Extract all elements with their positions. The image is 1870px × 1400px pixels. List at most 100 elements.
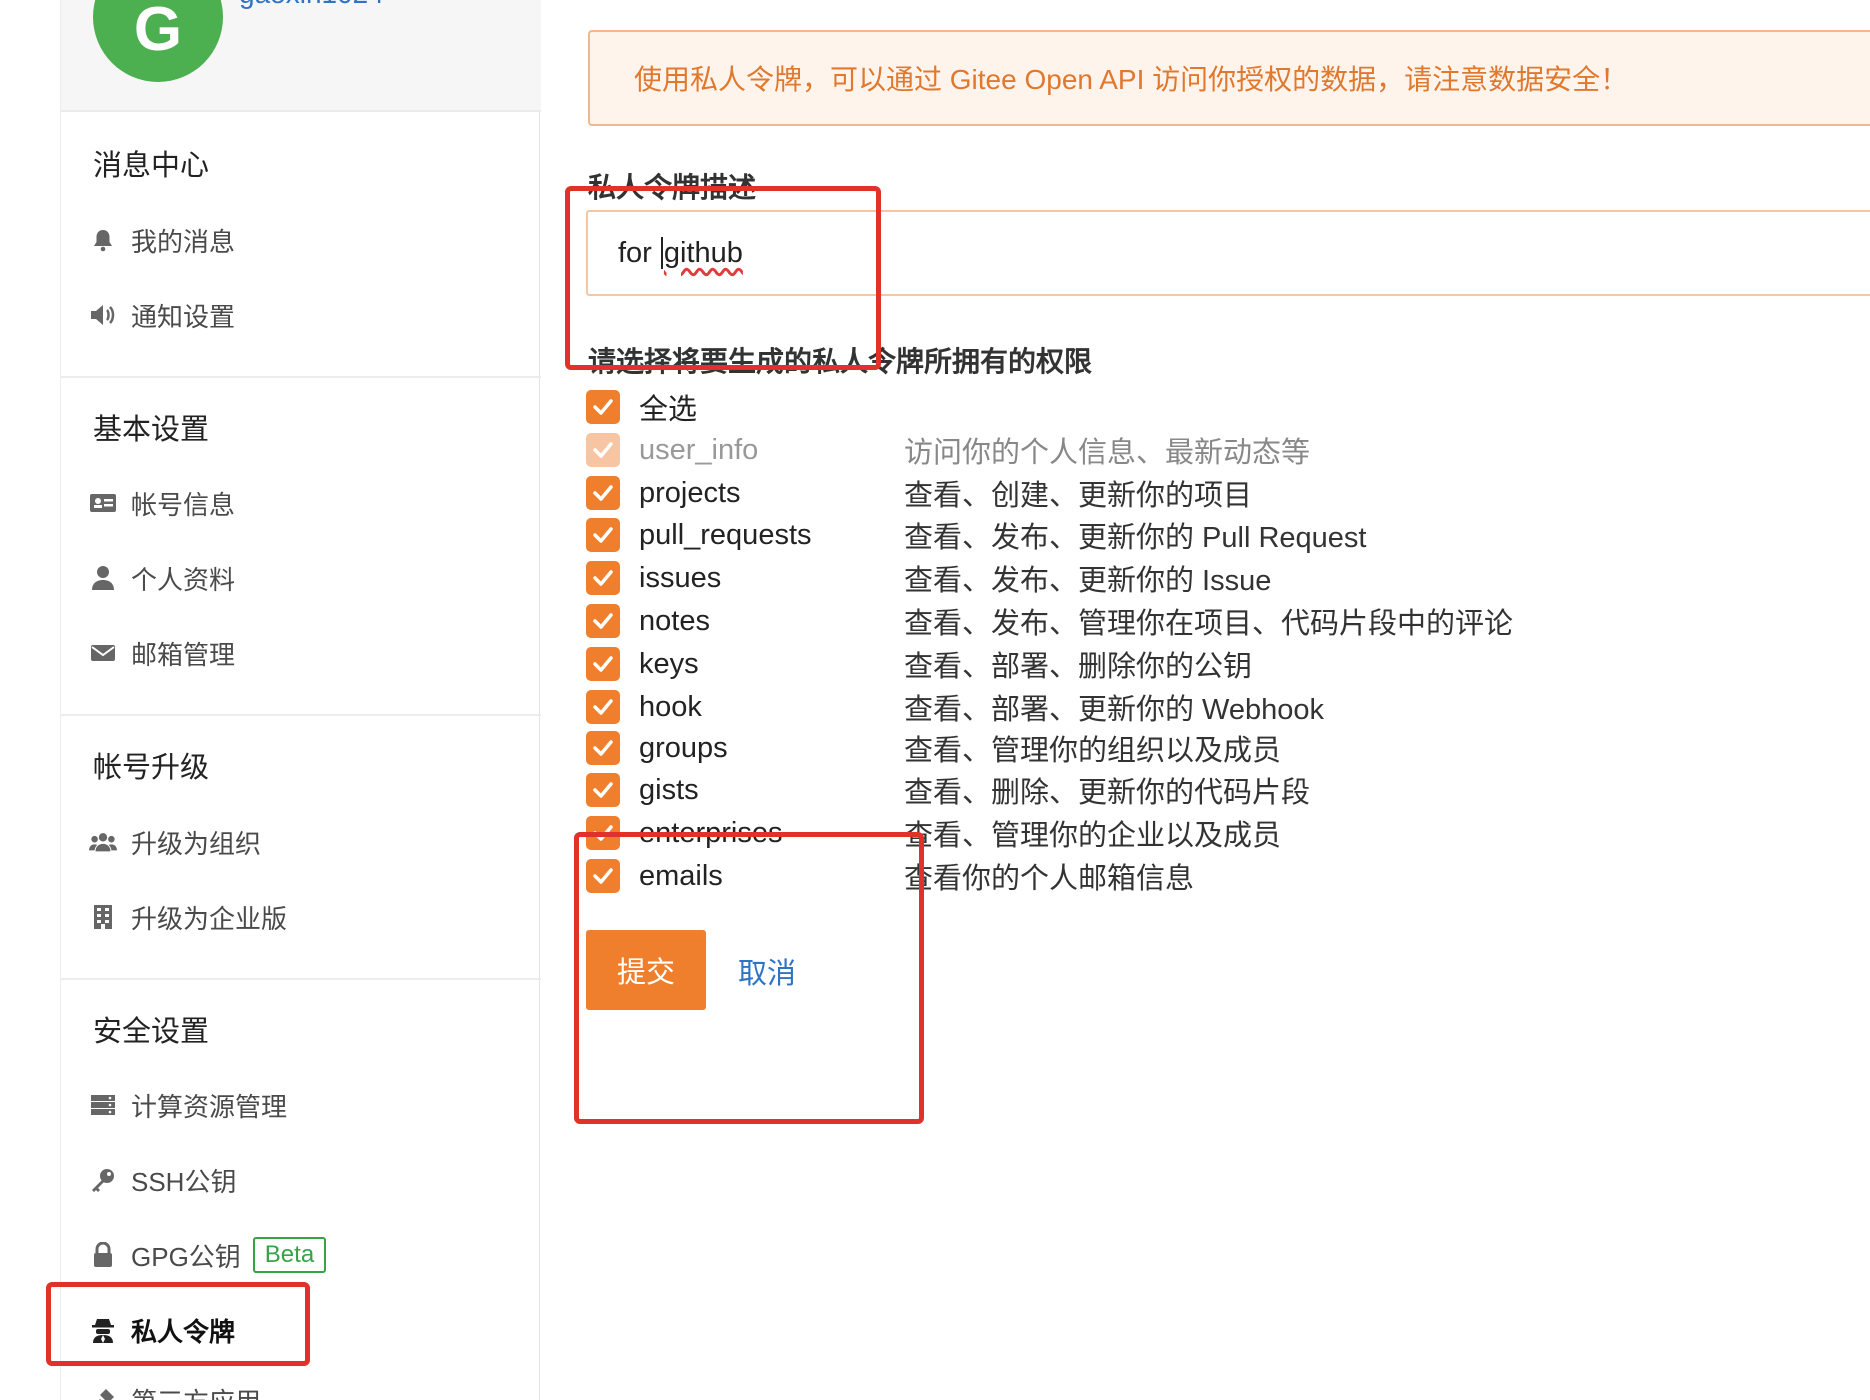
security-notice: 使用私人令牌，可以通过 Gitee Open API 访问你授权的数据，请注意数… — [588, 30, 1870, 126]
key-icon — [89, 1166, 117, 1194]
permission-name: hook — [639, 690, 702, 723]
sidebar-item-notification-settings[interactable]: 通知设置 — [89, 295, 235, 335]
permission-desc: 查看、删除、更新你的代码片段 — [904, 777, 1311, 809]
sidebar-item-label: 计算资源管理 — [131, 1091, 288, 1122]
sidebar-item-my-messages[interactable]: 我的消息 — [89, 220, 235, 260]
permission-checkbox[interactable] — [586, 604, 620, 638]
group-icon — [89, 828, 117, 856]
sidebar-item-upgrade-enterprise[interactable]: 升级为企业版 — [89, 897, 287, 937]
select-all-checkbox[interactable] — [586, 390, 620, 424]
permission-checkbox[interactable] — [586, 773, 620, 807]
profile-header: G gaoxin1024 — [61, 0, 541, 112]
beta-badge: Beta — [252, 1237, 327, 1273]
permission-desc: 查看、部署、更新你的 Webhook — [904, 694, 1325, 726]
sidebar-item-label: 通知设置 — [131, 301, 236, 332]
avatar[interactable]: G — [93, 0, 223, 82]
checkmark-icon — [593, 740, 613, 756]
section-title-message-center: 消息中心 — [93, 150, 210, 182]
section-title-basic-settings: 基本设置 — [93, 414, 210, 446]
permission-checkbox[interactable] — [586, 561, 620, 595]
permission-row: gists 查看、删除、更新你的代码片段 — [586, 770, 1310, 810]
divider — [61, 376, 541, 378]
username[interactable]: gaoxin1024 — [239, 0, 384, 10]
sidebar-item-label: 个人资料 — [131, 564, 236, 595]
checkmark-icon — [593, 399, 613, 415]
checkmark-icon — [593, 442, 613, 458]
permission-name: user_info — [639, 433, 759, 466]
permission-row: issues 查看、发布、更新你的 Issue — [586, 558, 1271, 598]
permission-name: notes — [639, 604, 710, 637]
annotation-box-submit — [574, 832, 924, 1124]
permission-row: user_info 访问你的个人信息、最新动态等 — [586, 430, 1310, 470]
permission-row: groups 查看、管理你的组织以及成员 — [586, 728, 1281, 768]
permission-row: keys 查看、部署、删除你的公钥 — [586, 644, 1252, 684]
permission-name: groups — [639, 731, 728, 764]
sidebar-item-account-info[interactable]: 帐号信息 — [89, 483, 235, 523]
sidebar-item-label: 邮箱管理 — [131, 639, 236, 670]
permission-name: keys — [639, 647, 699, 680]
permission-checkbox[interactable] — [586, 731, 620, 765]
permission-desc: 查看、发布、更新你的 Pull Request — [904, 522, 1367, 554]
checkmark-icon — [593, 485, 613, 501]
sidebar-item-profile[interactable]: 个人资料 — [89, 558, 235, 598]
section-title-security-settings: 安全设置 — [93, 1016, 210, 1048]
sidebar-item-label: 帐号信息 — [131, 489, 236, 520]
permission-row: notes 查看、发布、管理你在项目、代码片段中的评论 — [586, 601, 1513, 641]
permission-name: issues — [639, 561, 722, 594]
permission-desc: 查看、管理你的组织以及成员 — [904, 735, 1282, 767]
permission-checkbox[interactable] — [586, 647, 620, 681]
select-all-label: 全选 — [639, 394, 698, 426]
select-all-row: 全选 — [586, 387, 697, 427]
permission-name: pull_requests — [639, 518, 812, 551]
sidebar-item-label: GPG公钥 — [131, 1241, 241, 1272]
envelope-icon — [89, 639, 117, 667]
permission-desc: 查看、管理你的企业以及成员 — [904, 820, 1282, 852]
checkmark-icon — [593, 527, 613, 543]
permission-row: projects 查看、创建、更新你的项目 — [586, 473, 1252, 513]
permission-name: gists — [639, 773, 699, 806]
permission-desc: 查看、发布、管理你在项目、代码片段中的评论 — [904, 608, 1514, 640]
sidebar-item-label: 第三方应用 — [131, 1382, 261, 1400]
checkmark-icon — [593, 699, 613, 715]
permission-desc: 访问你的个人信息、最新动态等 — [904, 437, 1311, 469]
annotation-box-description — [565, 186, 881, 370]
permission-checkbox[interactable] — [586, 690, 620, 724]
checkmark-icon — [593, 613, 613, 629]
user-icon — [89, 564, 117, 592]
permission-row: hook 查看、部署、更新你的 Webhook — [586, 687, 1324, 727]
checkmark-icon — [593, 782, 613, 798]
divider — [61, 978, 541, 980]
sidebar-item-label: 升级为企业版 — [131, 903, 288, 934]
bell-icon — [89, 226, 117, 254]
sidebar-item-upgrade-org[interactable]: 升级为组织 — [89, 822, 261, 862]
sidebar-item-label: 我的消息 — [131, 226, 236, 257]
building-icon — [89, 903, 117, 931]
section-title-account-upgrade: 帐号升级 — [93, 752, 210, 784]
sidebar-item-ssh-keys[interactable]: SSH公钥 — [89, 1160, 236, 1200]
plug-icon — [89, 1386, 117, 1400]
annotation-box-private-tokens — [46, 1282, 310, 1366]
sidebar: G gaoxin1024 消息中心 我的消息 通知设置 基本设置 帐号信息 个人… — [60, 0, 541, 1400]
server-icon — [89, 1091, 117, 1119]
divider — [61, 714, 541, 716]
sidebar-item-label: SSH公钥 — [131, 1166, 237, 1197]
permission-desc: 查看你的个人邮箱信息 — [904, 863, 1195, 895]
sidebar-item-label: 升级为组织 — [131, 828, 262, 859]
permission-desc: 查看、创建、更新你的项目 — [904, 480, 1253, 512]
sidebar-item-gpg-keys[interactable]: GPG公钥 Beta — [89, 1235, 327, 1275]
id-card-icon — [89, 489, 117, 517]
volume-icon — [89, 301, 117, 329]
permission-name: projects — [639, 476, 741, 509]
sidebar-item-compute-resources[interactable]: 计算资源管理 — [89, 1085, 287, 1125]
checkmark-icon — [593, 656, 613, 672]
checkmark-icon — [593, 570, 613, 586]
permission-row: pull_requests 查看、发布、更新你的 Pull Request — [586, 515, 1367, 555]
permission-desc: 查看、部署、删除你的公钥 — [904, 651, 1253, 683]
permission-desc: 查看、发布、更新你的 Issue — [904, 565, 1272, 597]
sidebar-item-third-party-apps[interactable]: 第三方应用 — [89, 1380, 261, 1400]
lock-icon — [89, 1241, 117, 1269]
permission-checkbox — [586, 433, 620, 467]
sidebar-item-email-management[interactable]: 邮箱管理 — [89, 633, 235, 673]
permission-checkbox[interactable] — [586, 476, 620, 510]
permission-checkbox[interactable] — [586, 518, 620, 552]
